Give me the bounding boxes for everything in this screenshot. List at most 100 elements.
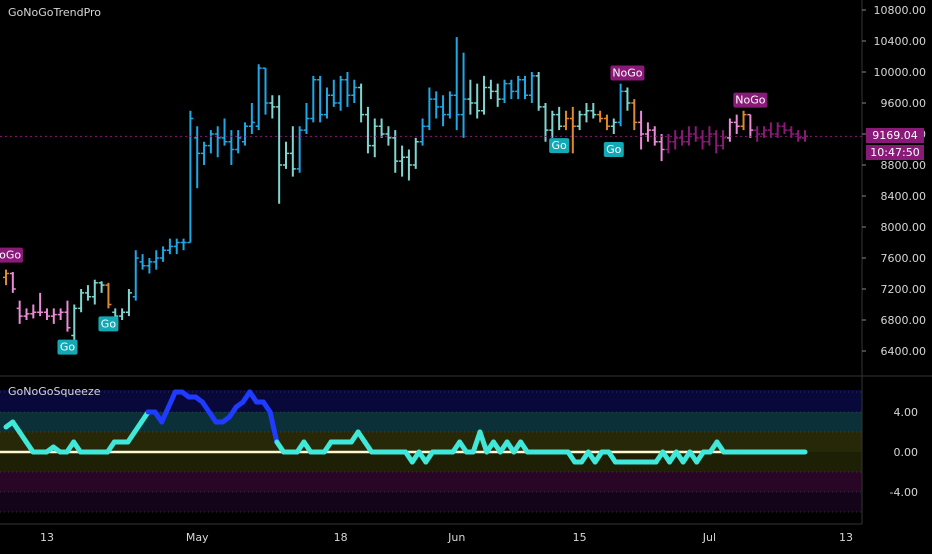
chart: 10800.0010400.0010000.009600.009200.0088…: [0, 0, 932, 550]
ohlc-bar: [248, 103, 255, 134]
ohlc-bar: [303, 103, 310, 134]
ohlc-bar: [9, 271, 16, 293]
price-tick-label: 8800.00: [881, 159, 927, 172]
ohlc-bar: [481, 75, 488, 115]
ohlc-bar: [535, 72, 542, 111]
ohlc-bar: [105, 282, 112, 309]
ohlc-bar: [446, 91, 453, 119]
ohlc-bar: [91, 279, 98, 305]
ohlc-bar: [774, 122, 781, 138]
ohlc-bar: [747, 113, 754, 138]
signal-label-text: Go: [101, 317, 117, 330]
squeeze-indicator-title: GoNoGoSqueeze: [8, 385, 101, 398]
ohlc-bar: [57, 308, 64, 320]
signal-label-text: Go: [552, 139, 568, 152]
ohlc-bar: [337, 75, 344, 111]
ohlc-bar: [720, 130, 727, 150]
ohlc-bar: [433, 91, 440, 119]
squeeze-tick-label: -4.00: [890, 486, 918, 499]
ohlc-bar: [30, 304, 37, 319]
price-tick-label: 7200.00: [881, 283, 927, 296]
ohlc-bar: [23, 308, 30, 320]
ohlc-bar: [562, 110, 569, 131]
ohlc-bar: [726, 118, 733, 142]
ohlc-bar: [289, 126, 296, 177]
ohlc-bar: [125, 289, 132, 317]
ohlc-bar: [98, 281, 105, 293]
time-tick-label: 18: [334, 531, 348, 544]
ohlc-bar: [50, 308, 57, 324]
trend-indicator-title: GoNoGoTrendPro: [8, 6, 102, 19]
ohlc-bar: [692, 126, 699, 142]
ohlc-bar: [644, 122, 651, 142]
time-tick-label: May: [186, 531, 209, 544]
ohlc-bar: [310, 75, 317, 123]
price-tick-label: 6800.00: [881, 314, 927, 327]
time-tick-label: Jul: [702, 531, 716, 544]
ohlc-bar: [522, 75, 529, 100]
ohlc-bar: [282, 141, 289, 169]
signal-label: Go: [549, 138, 570, 154]
ohlc-bar: [235, 130, 242, 154]
signal-label-text: Go: [606, 143, 622, 156]
time-tick-label: 15: [573, 531, 587, 544]
ohlc-bar: [269, 95, 276, 119]
ohlc-bar: [262, 67, 269, 115]
ohlc-bar: [440, 95, 447, 127]
ohlc-bar: [733, 114, 740, 134]
ohlc-bar: [624, 87, 631, 111]
ohlc-bar: [603, 114, 610, 131]
squeeze-tick-label: 4.00: [894, 406, 919, 419]
ohlc-bar: [3, 269, 9, 286]
signal-label: NoGo: [733, 92, 768, 108]
ohlc-bar: [132, 250, 139, 301]
ohlc-bar: [658, 134, 665, 162]
ohlc-bar: [501, 79, 508, 103]
ohlc-bar: [378, 118, 385, 138]
ohlc-bar: [453, 37, 460, 131]
ohlc-bar: [740, 110, 747, 131]
time-tick-label: 13: [40, 531, 54, 544]
squeeze-band: [0, 390, 862, 412]
ohlc-bar: [330, 79, 337, 107]
ohlc-bar: [119, 308, 126, 320]
ohlc-bar: [767, 122, 774, 138]
ohlc-bar: [638, 110, 645, 150]
ohlc-bar: [78, 289, 85, 313]
ohlc-bar: [16, 300, 23, 324]
ohlc-bar: [71, 304, 78, 345]
signal-label-text: Go: [60, 341, 76, 354]
ohlc-bar: [576, 110, 583, 131]
ohlc-bar: [679, 130, 686, 146]
ohlc-bar: [37, 292, 44, 317]
ohlc-bar: [569, 106, 576, 154]
ohlc-bar: [364, 106, 371, 154]
ohlc-bar: [180, 238, 187, 251]
ohlc-bar: [153, 250, 160, 270]
price-tick-label: 10400.00: [874, 35, 927, 48]
ohlc-bar: [255, 64, 262, 131]
ohlc-bar: [412, 137, 419, 169]
ohlc-bar: [221, 118, 228, 146]
ohlc-bar: [583, 103, 590, 123]
last-price-tag: 9169.04: [866, 128, 924, 143]
ohlc-bar: [84, 285, 91, 301]
ohlc-bar: [160, 246, 167, 262]
squeeze-tick-label: 0.00: [894, 446, 919, 459]
signal-label: Go: [98, 316, 119, 332]
ohlc-bar: [474, 83, 481, 119]
ohlc-bar: [781, 122, 788, 134]
ohlc-bar: [556, 106, 563, 131]
ohlc-bar: [405, 149, 412, 181]
squeeze-band: [0, 492, 862, 512]
ohlc-bar: [201, 141, 208, 165]
ohlc-bar: [467, 79, 474, 115]
ohlc-bar: [166, 238, 173, 255]
countdown-tag: 10:47:50: [866, 145, 924, 160]
ohlc-bar: [460, 52, 467, 138]
ohlc-bar: [214, 126, 221, 158]
ohlc-bar: [187, 110, 194, 244]
ohlc-bar: [64, 300, 71, 332]
price-tick-label: 7600.00: [881, 252, 927, 265]
squeeze-band: [0, 472, 862, 492]
